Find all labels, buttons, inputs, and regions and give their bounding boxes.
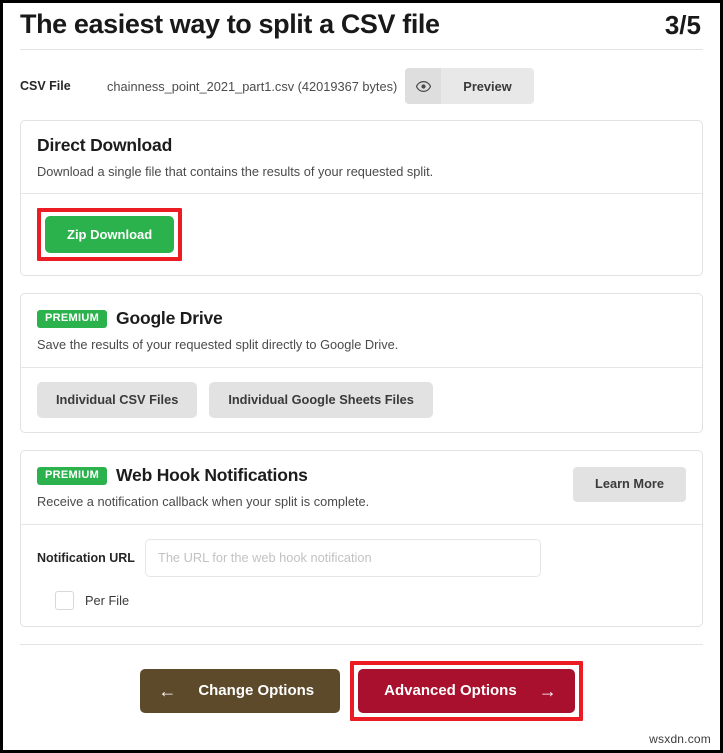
web-hook-card: PREMIUM Web Hook Notifications Receive a… — [20, 450, 703, 627]
individual-csv-files-button[interactable]: Individual CSV Files — [37, 381, 198, 419]
preview-button-group[interactable]: Preview — [405, 68, 534, 104]
premium-badge: PREMIUM — [37, 466, 108, 485]
google-drive-card: PREMIUM Google Drive Save the results of… — [20, 293, 703, 434]
advanced-options-label: Advanced Options — [384, 682, 517, 700]
web-hook-title: Web Hook Notifications — [116, 465, 308, 486]
per-file-checkbox[interactable] — [55, 590, 74, 610]
page-content: The easiest way to split a CSV file 3/5 … — [3, 3, 720, 750]
csv-file-row: CSV File chainness_point_2021_part1.csv … — [20, 50, 703, 120]
app-window: The easiest way to split a CSV file 3/5 … — [0, 0, 723, 753]
change-options-button[interactable]: ← Change Options — [140, 668, 341, 713]
wizard-navigation: ← Change Options Advanced Options → — [20, 645, 703, 721]
web-hook-header: PREMIUM Web Hook Notifications Receive a… — [21, 451, 702, 523]
arrow-left-icon: ← — [158, 680, 177, 701]
google-drive-title-row: PREMIUM Google Drive — [37, 308, 686, 329]
google-drive-footer: Individual CSV Files Individual Google S… — [21, 368, 702, 433]
zip-download-button[interactable]: Zip Download — [45, 216, 175, 254]
per-file-label: Per File — [85, 592, 130, 608]
per-file-row[interactable]: Per File — [21, 590, 702, 610]
direct-download-card: Direct Download Download a single file t… — [20, 120, 703, 277]
advanced-options-annotation: Advanced Options → — [350, 660, 583, 721]
google-drive-description: Save the results of your requested split… — [37, 337, 399, 353]
direct-download-footer: Zip Download — [21, 194, 702, 275]
preview-button[interactable]: Preview — [441, 68, 534, 104]
eye-icon[interactable] — [405, 68, 442, 104]
notification-url-label: Notification URL — [37, 550, 135, 565]
notification-url-row: Notification URL — [21, 538, 702, 577]
direct-download-title: Direct Download — [37, 135, 173, 155]
notification-url-input[interactable] — [145, 538, 541, 577]
individual-google-sheets-files-button[interactable]: Individual Google Sheets Files — [209, 381, 433, 419]
direct-download-header: Direct Download Download a single file t… — [21, 121, 702, 193]
learn-more-button[interactable]: Learn More — [573, 467, 686, 503]
google-drive-header: PREMIUM Google Drive Save the results of… — [21, 294, 702, 366]
step-indicator: 3/5 — [664, 10, 701, 40]
page-header: The easiest way to split a CSV file 3/5 — [20, 3, 703, 49]
zip-download-annotation: Zip Download — [37, 208, 183, 262]
change-options-label: Change Options — [198, 682, 315, 700]
arrow-right-icon: → — [538, 680, 557, 701]
advanced-options-button[interactable]: Advanced Options → — [358, 668, 575, 713]
web-hook-divider — [21, 523, 702, 525]
direct-download-title-row: Direct Download — [37, 135, 686, 156]
watermark: wsxdn.com — [649, 732, 711, 746]
google-drive-title: Google Drive — [116, 308, 223, 329]
page-title: The easiest way to split a CSV file — [20, 9, 440, 39]
csv-file-name: chainness_point_2021_part1.csv (42019367… — [107, 78, 398, 94]
direct-download-description: Download a single file that contains the… — [37, 164, 434, 179]
csv-file-label: CSV File — [20, 79, 71, 93]
premium-badge: PREMIUM — [37, 309, 108, 328]
